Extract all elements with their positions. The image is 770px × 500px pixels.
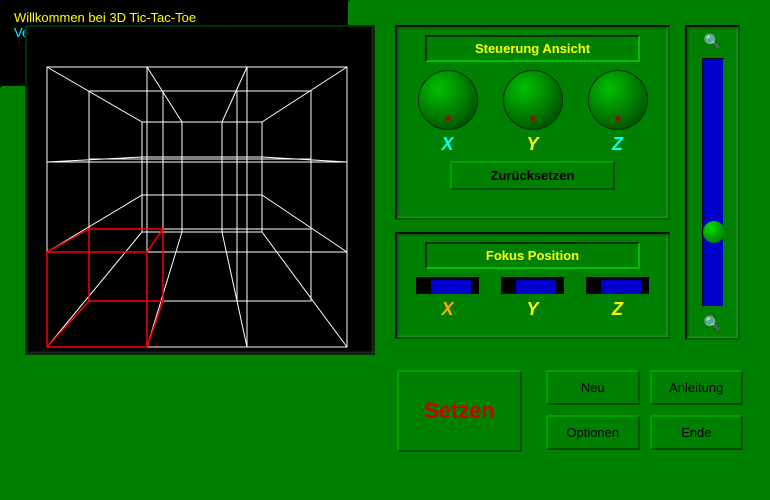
- knobs-row: X Y Z: [405, 70, 660, 155]
- rotate-x-knob[interactable]: [418, 70, 478, 130]
- zoom-panel: 🔍 🔍: [685, 25, 740, 340]
- view-controls-panel: Steuerung Ansicht X Y Z Zurücksetzen: [395, 25, 670, 220]
- setzen-button[interactable]: Setzen: [397, 370, 522, 452]
- focus-axis-x: X: [416, 299, 480, 320]
- cube-grid: [27, 27, 373, 353]
- zoom-in-icon[interactable]: 🔍: [704, 33, 721, 50]
- zoom-slider[interactable]: [702, 58, 724, 307]
- ende-button[interactable]: Ende: [650, 415, 744, 450]
- focus-controls-panel: Fokus Position X Y Z: [395, 232, 670, 339]
- anleitung-button[interactable]: Anleitung: [650, 370, 744, 405]
- optionen-button[interactable]: Optionen: [546, 415, 640, 450]
- reset-view-button[interactable]: Zurücksetzen: [450, 161, 615, 190]
- focus-z-slider[interactable]: [586, 277, 650, 295]
- focus-y-slider[interactable]: [501, 277, 565, 295]
- axis-label-y: Y: [503, 134, 563, 155]
- focus-x-slider[interactable]: [416, 277, 480, 295]
- focus-controls-header: Fokus Position: [425, 242, 640, 269]
- axis-label-x: X: [418, 134, 478, 155]
- setzen-label: Setzen: [424, 398, 495, 424]
- focus-axis-y: Y: [501, 299, 565, 320]
- zoom-thumb[interactable]: [703, 221, 725, 243]
- axis-label-z: Z: [588, 134, 648, 155]
- rotate-z-knob[interactable]: [588, 70, 648, 130]
- game-viewport[interactable]: [25, 25, 375, 355]
- neu-button[interactable]: Neu: [546, 370, 640, 405]
- sliders-row: X Y Z: [405, 277, 660, 320]
- zoom-out-icon[interactable]: 🔍: [704, 315, 721, 332]
- view-controls-header: Steuerung Ansicht: [425, 35, 640, 62]
- focus-axis-z: Z: [586, 299, 650, 320]
- rotate-y-knob[interactable]: [503, 70, 563, 130]
- action-button-grid: Neu Anleitung Optionen Ende: [546, 370, 743, 450]
- status-line-1: Willkommen bei 3D Tic-Tac-Toe: [14, 10, 336, 25]
